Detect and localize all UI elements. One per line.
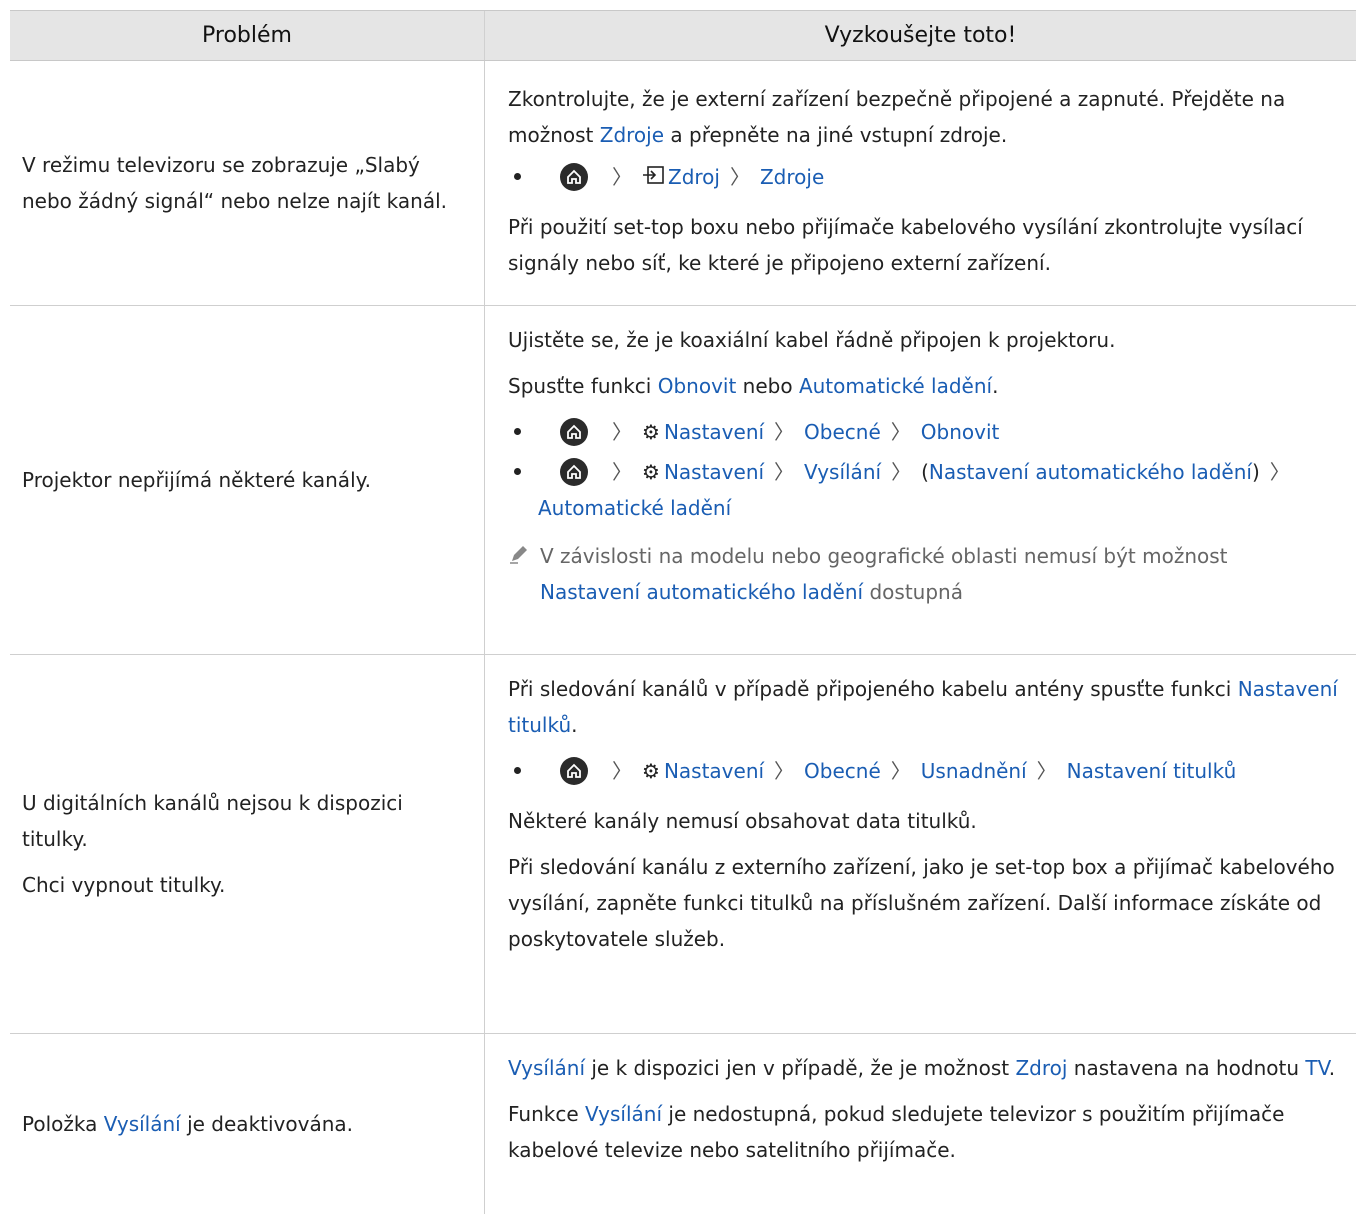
link-obnovit[interactable]: Obnovit xyxy=(658,374,737,398)
path-item-automaticke-ladeni[interactable]: Automatické ladění xyxy=(538,496,731,520)
link-tv[interactable]: TV xyxy=(1305,1056,1328,1080)
path-item-obnovit[interactable]: Obnovit xyxy=(921,414,1000,450)
path-item-nastaveni-automatickeho-ladeni[interactable]: Nastavení automatického ladění xyxy=(929,454,1252,490)
path-item-nastaveni-titulku[interactable]: Nastavení titulků xyxy=(1067,753,1237,789)
table-row: Projektor nepřijímá některé kanály. Ujis… xyxy=(10,306,1356,655)
link-zdroj[interactable]: Zdroj xyxy=(1015,1056,1067,1080)
solution-text: Spusťte funkci Obnovit nebo Automatické … xyxy=(508,374,999,398)
solution-text: Při sledování kanálu z externího zařízen… xyxy=(508,855,1335,951)
path-continuation: Automatické ladění xyxy=(508,490,1346,526)
menu-path: 〉 Zdroj 〉 Zdroje xyxy=(508,159,1346,195)
problem-text: Položka Vysílání je deaktivována. xyxy=(22,1112,353,1136)
solution-cell: Zkontrolujte, že je externí zařízení bez… xyxy=(485,61,1356,305)
chevron-right-icon: 〉 xyxy=(1036,759,1057,783)
table-header: Problém Vyzkoušejte toto! xyxy=(10,10,1356,61)
chevron-right-icon: 〉 xyxy=(891,460,912,484)
problem-text: V režimu televizoru se zobrazuje „Slabý … xyxy=(22,153,448,213)
bullet xyxy=(514,428,521,435)
chevron-right-icon: 〉 xyxy=(774,460,795,484)
solution-text: Vysílání je k dispozici jen v případě, ž… xyxy=(508,1056,1336,1080)
pencil-note-icon xyxy=(508,540,530,576)
home-icon xyxy=(560,458,588,486)
header-solution: Vyzkoušejte toto! xyxy=(824,23,1017,48)
link-vysilani[interactable]: Vysílání xyxy=(508,1056,585,1080)
path-item-obecne[interactable]: Obecné xyxy=(804,414,881,450)
path-item-nastaveni[interactable]: Nastavení xyxy=(664,414,764,450)
problem-cell: U digitálních kanálů nejsou k dispozici … xyxy=(10,655,485,1033)
chevron-right-icon: 〉 xyxy=(612,165,632,189)
path-item-zdroje[interactable]: Zdroje xyxy=(760,159,824,195)
problem-text: Projektor nepřijímá některé kanály. xyxy=(22,468,371,492)
table-row: V režimu televizoru se zobrazuje „Slabý … xyxy=(10,61,1356,306)
link-zdroje[interactable]: Zdroje xyxy=(600,123,664,147)
note-text: V závislosti na modelu nebo geografické … xyxy=(540,544,1228,568)
path-item-nastaveni[interactable]: Nastavení xyxy=(664,454,764,490)
menu-path: 〉 ⚙ Nastavení 〉 Obecné 〉 Obnovit xyxy=(508,414,1346,450)
link-vysilani[interactable]: Vysílání xyxy=(104,1112,181,1136)
path-item-obecne[interactable]: Obecné xyxy=(804,753,881,789)
note-text: Nastavení automatického ladění dostupná xyxy=(540,580,963,604)
solution-text: Při použití set-top boxu nebo přijímače … xyxy=(508,215,1303,275)
problem-text: U digitálních kanálů nejsou k dispozici … xyxy=(22,791,403,851)
menu-path: 〉 ⚙ Nastavení 〉 Vysílání 〉 (Nastavení au… xyxy=(508,454,1346,490)
chevron-right-icon: 〉 xyxy=(612,460,632,484)
link-automaticke-ladeni[interactable]: Automatické ladění xyxy=(799,374,992,398)
home-icon xyxy=(560,163,588,191)
chevron-right-icon: 〉 xyxy=(774,759,795,783)
gear-icon: ⚙ xyxy=(642,420,660,444)
source-icon xyxy=(642,159,664,195)
bullet xyxy=(514,173,521,180)
table-row: Položka Vysílání je deaktivována. Vysílá… xyxy=(10,1034,1356,1214)
table-row: U digitálních kanálů nejsou k dispozici … xyxy=(10,655,1356,1034)
paren: ( xyxy=(921,460,929,484)
solution-cell: Vysílání je k dispozici jen v případě, ž… xyxy=(485,1034,1356,1214)
solution-text: Zkontrolujte, že je externí zařízení bez… xyxy=(508,87,1286,147)
gear-icon: ⚙ xyxy=(642,759,660,783)
home-icon xyxy=(560,418,588,446)
path-item-vysilani[interactable]: Vysílání xyxy=(804,454,881,490)
header-problem: Problém xyxy=(10,11,485,60)
solution-text: Při sledování kanálů v případě připojené… xyxy=(508,677,1338,737)
chevron-right-icon: 〉 xyxy=(1269,460,1290,484)
bullet xyxy=(514,767,521,774)
paren: ) xyxy=(1251,460,1260,484)
path-item-zdroj[interactable]: Zdroj xyxy=(668,159,720,195)
solution-text: Funkce Vysílání je nedostupná, pokud sle… xyxy=(508,1102,1285,1162)
link-nastaveni-automatickeho-ladeni[interactable]: Nastavení automatického ladění xyxy=(540,580,863,604)
chevron-right-icon: 〉 xyxy=(729,165,750,189)
chevron-right-icon: 〉 xyxy=(890,420,911,444)
problem-cell: V režimu televizoru se zobrazuje „Slabý … xyxy=(10,61,485,305)
path-item-nastaveni[interactable]: Nastavení xyxy=(664,753,764,789)
troubleshooting-table: Problém Vyzkoušejte toto! V režimu telev… xyxy=(10,10,1356,1214)
solution-text: Ujistěte se, že je koaxiální kabel řádně… xyxy=(508,328,1116,352)
problem-cell: Projektor nepřijímá některé kanály. xyxy=(10,306,485,654)
solution-cell: Ujistěte se, že je koaxiální kabel řádně… xyxy=(485,306,1356,654)
chevron-right-icon: 〉 xyxy=(774,420,795,444)
bullet xyxy=(514,468,521,475)
link-vysilani[interactable]: Vysílání xyxy=(585,1102,662,1126)
path-item-usnadneni[interactable]: Usnadnění xyxy=(921,753,1027,789)
chevron-right-icon: 〉 xyxy=(612,420,632,444)
problem-text: Chci vypnout titulky. xyxy=(22,873,226,897)
chevron-right-icon: 〉 xyxy=(612,759,632,783)
solution-text: Některé kanály nemusí obsahovat data tit… xyxy=(508,809,977,833)
solution-cell: Při sledování kanálů v případě připojené… xyxy=(485,655,1356,1033)
note: V závislosti na modelu nebo geografické … xyxy=(508,538,1346,610)
home-icon xyxy=(560,757,588,785)
chevron-right-icon: 〉 xyxy=(890,759,911,783)
menu-path: 〉 ⚙ Nastavení 〉 Obecné 〉 Usnadnění 〉 Nas… xyxy=(508,753,1346,789)
problem-cell: Položka Vysílání je deaktivována. xyxy=(10,1034,485,1214)
gear-icon: ⚙ xyxy=(642,460,660,484)
